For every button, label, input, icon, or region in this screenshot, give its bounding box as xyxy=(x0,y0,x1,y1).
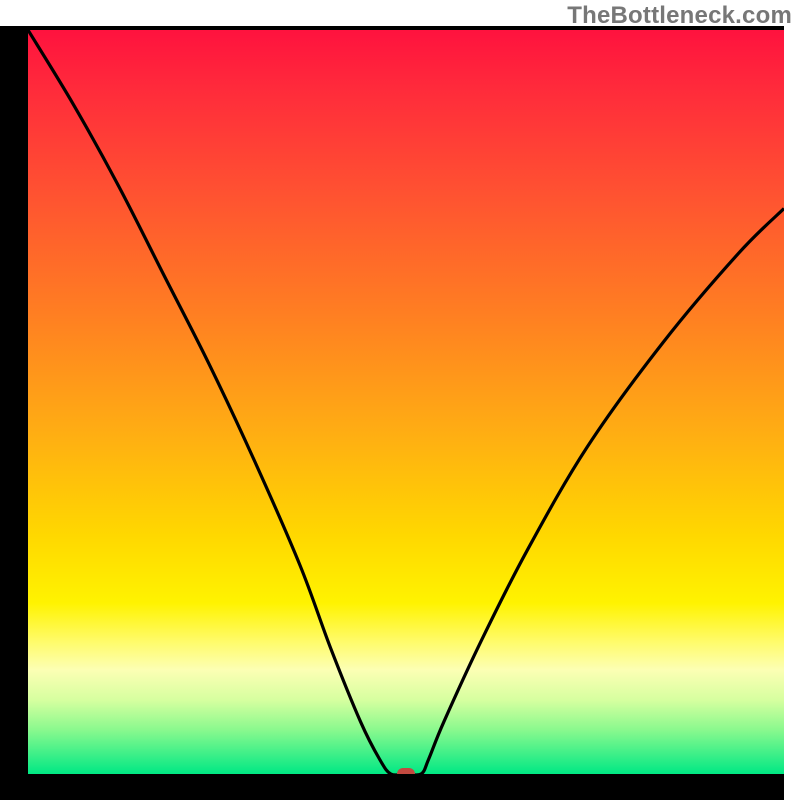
frame-top-bar xyxy=(0,26,784,30)
axis-bottom-bar xyxy=(0,774,784,800)
chart-plot-area xyxy=(28,30,784,774)
axis-left-bar xyxy=(0,26,28,800)
chart-background-gradient xyxy=(28,30,784,774)
